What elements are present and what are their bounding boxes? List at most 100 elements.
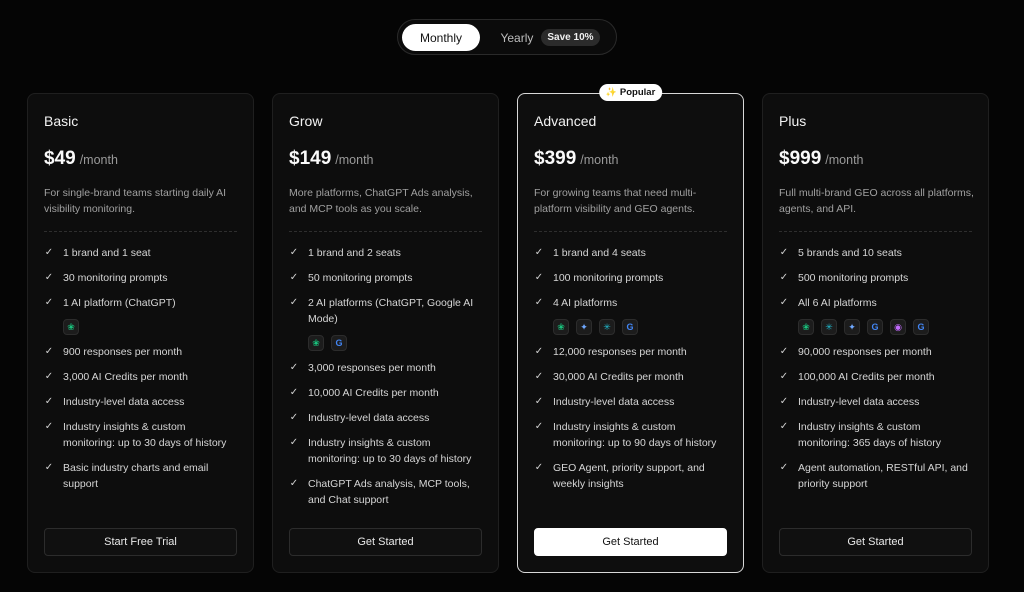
plan-card-advanced: ✨ Popular Advanced $399/month For growing te… bbox=[517, 84, 744, 573]
perplexity-icon: ✳ bbox=[599, 319, 615, 335]
check-icon: ✓ bbox=[534, 247, 544, 258]
check-icon: ✓ bbox=[44, 247, 54, 258]
yearly-label: Yearly bbox=[500, 30, 534, 45]
check-icon: ✓ bbox=[289, 297, 299, 308]
feature-text: 1 brand and 4 seats bbox=[553, 247, 646, 259]
google-icon: G bbox=[913, 319, 929, 335]
feature-text: Industry insights & custom monitoring: u… bbox=[308, 437, 472, 465]
feature-text: 100,000 AI Credits per month bbox=[798, 371, 935, 383]
feature-text: Industry insights & custom monitoring: 3… bbox=[798, 421, 941, 449]
feature-text: 90,000 responses per month bbox=[798, 346, 932, 358]
check-icon: ✓ bbox=[534, 346, 544, 357]
check-icon: ✓ bbox=[534, 371, 544, 382]
check-icon: ✓ bbox=[779, 297, 789, 308]
feature-text: 30 monitoring prompts bbox=[63, 272, 168, 284]
popular-badge: ✨ Popular bbox=[598, 84, 663, 101]
check-icon: ✓ bbox=[779, 462, 789, 473]
divider bbox=[534, 231, 727, 232]
check-icon: ✓ bbox=[44, 272, 54, 283]
feature-item: ✓ Basic industry charts and email support bbox=[44, 460, 239, 492]
feature-item: ✓ Agent automation, RESTful API, and prio… bbox=[779, 460, 974, 492]
price-row: $149/month bbox=[289, 148, 374, 170]
feature-list: ✓ 1 brand and 1 seat ✓ 30 monitoring prompt… bbox=[44, 245, 239, 501]
get-started-button[interactable]: Get Started bbox=[534, 528, 727, 556]
feature-text: 3,000 AI Credits per month bbox=[63, 371, 188, 383]
feature-item: ✓ 10,000 AI Credits per month bbox=[289, 385, 484, 401]
get-started-button[interactable]: Get Started bbox=[779, 528, 972, 556]
check-icon: ✓ bbox=[534, 421, 544, 432]
feature-text: ChatGPT Ads analysis, MCP tools, and Cha… bbox=[308, 478, 470, 506]
price-row: $999/month bbox=[779, 148, 864, 170]
check-icon: ✓ bbox=[534, 396, 544, 407]
check-icon: ✓ bbox=[289, 272, 299, 283]
copilot-icon: ◉ bbox=[890, 319, 906, 335]
check-icon: ✓ bbox=[779, 396, 789, 407]
feature-text: 1 AI platform (ChatGPT) bbox=[63, 297, 176, 309]
feature-item: ✓ GEO Agent, priority support, and weekly… bbox=[534, 460, 729, 492]
feature-item: ✓ 1 brand and 1 seat bbox=[44, 245, 239, 261]
plan-period: /month bbox=[580, 153, 619, 167]
feature-text: Industry-level data access bbox=[553, 396, 675, 408]
plan-price: $999 bbox=[779, 148, 822, 169]
feature-text: 30,000 AI Credits per month bbox=[553, 371, 684, 383]
monthly-toggle-option[interactable]: Monthly bbox=[402, 24, 480, 51]
feature-item: ✓ Industry insights & custom monitoring: … bbox=[779, 419, 974, 451]
feature-item: ✓ 3,000 AI Credits per month bbox=[44, 369, 239, 385]
feature-text: 500 monitoring prompts bbox=[798, 272, 909, 284]
plan-card-grow: Grow $149/month More platforms, ChatGPT Ad… bbox=[272, 93, 499, 573]
billing-toggle: Monthly Yearly Save 10% bbox=[397, 19, 617, 55]
feature-list: ✓ 1 brand and 2 seats ✓ 50 monitoring promp… bbox=[289, 245, 484, 517]
get-started-button[interactable]: Get Started bbox=[289, 528, 482, 556]
gemini-icon: ✦ bbox=[576, 319, 592, 335]
feature-text: Industry-level data access bbox=[308, 412, 430, 424]
feature-list: ✓ 5 brands and 10 seats ✓ 500 monitoring pr… bbox=[779, 245, 974, 501]
feature-text: Basic industry charts and email support bbox=[63, 462, 209, 490]
plan-description: For growing teams that need multi-platfo… bbox=[534, 187, 697, 215]
feature-text: Industry insights & custom monitoring: u… bbox=[63, 421, 227, 449]
feature-item: ✓ 30 monitoring prompts bbox=[44, 270, 239, 286]
plan-name: Advanced bbox=[534, 113, 597, 129]
start-free-trial-button[interactable]: Start Free Trial bbox=[44, 528, 237, 556]
check-icon: ✓ bbox=[534, 462, 544, 473]
check-icon: ✓ bbox=[44, 297, 54, 308]
feature-item: ✓ 30,000 AI Credits per month bbox=[534, 369, 729, 385]
yearly-toggle-option[interactable]: Yearly Save 10% bbox=[490, 24, 610, 51]
feature-item: ✓ 1 brand and 2 seats bbox=[289, 245, 484, 261]
check-icon: ✓ bbox=[779, 371, 789, 382]
check-icon: ✓ bbox=[534, 272, 544, 283]
feature-text: All 6 AI platforms bbox=[798, 297, 877, 309]
feature-item: ✓ 900 responses per month bbox=[44, 344, 239, 360]
check-icon: ✓ bbox=[289, 247, 299, 258]
plan-card-basic: Basic $49/month For single-brand teams sta… bbox=[27, 93, 254, 573]
google-icon: G bbox=[867, 319, 883, 335]
plan-price: $149 bbox=[289, 148, 332, 169]
feature-item: ✓ ChatGPT Ads analysis, MCP tools, and Ch… bbox=[289, 476, 484, 508]
chatgpt-icon: ❀ bbox=[553, 319, 569, 335]
check-icon: ✓ bbox=[289, 412, 299, 423]
check-icon: ✓ bbox=[779, 421, 789, 432]
check-icon: ✓ bbox=[289, 362, 299, 373]
feature-text: 10,000 AI Credits per month bbox=[308, 387, 439, 399]
feature-text: Industry-level data access bbox=[798, 396, 920, 408]
google-icon: G bbox=[331, 335, 347, 351]
feature-text: 900 responses per month bbox=[63, 346, 183, 358]
feature-text: 50 monitoring prompts bbox=[308, 272, 413, 284]
feature-item: ✓ 100,000 AI Credits per month bbox=[779, 369, 974, 385]
feature-text: 5 brands and 10 seats bbox=[798, 247, 902, 259]
feature-list: ✓ 1 brand and 4 seats ✓ 100 monitoring prom… bbox=[534, 245, 729, 501]
check-icon: ✓ bbox=[779, 247, 789, 258]
feature-text: 3,000 responses per month bbox=[308, 362, 436, 374]
check-icon: ✓ bbox=[44, 371, 54, 382]
check-icon: ✓ bbox=[44, 462, 54, 473]
plan-period: /month bbox=[825, 153, 864, 167]
check-icon: ✓ bbox=[779, 272, 789, 283]
feature-item: ✓ 2 AI platforms (ChatGPT, Google AI Mode… bbox=[289, 295, 484, 327]
chatgpt-icon: ❀ bbox=[798, 319, 814, 335]
feature-item: ✓ Industry insights & custom monitoring: … bbox=[44, 419, 239, 451]
save-badge: Save 10% bbox=[541, 29, 600, 46]
plan-description: More platforms, ChatGPT Ads analysis, an… bbox=[289, 187, 473, 215]
feature-text: Agent automation, RESTful API, and prior… bbox=[798, 462, 968, 490]
plan-description: For single-brand teams starting daily AI… bbox=[44, 187, 227, 215]
check-icon: ✓ bbox=[289, 478, 299, 489]
plan-name: Grow bbox=[289, 113, 323, 129]
